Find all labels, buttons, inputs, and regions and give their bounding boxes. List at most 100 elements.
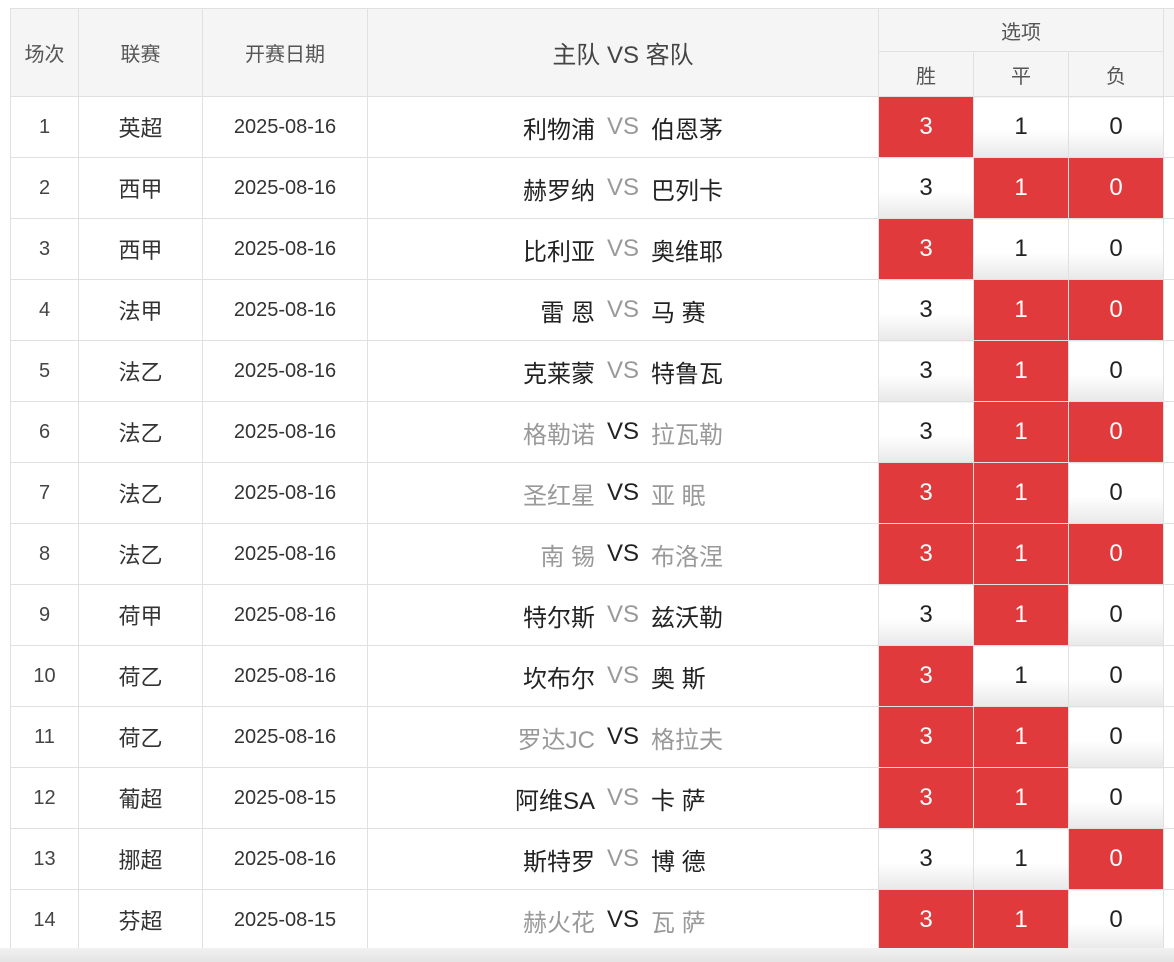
home-team: 比利亚 — [523, 238, 595, 266]
option-draw[interactable]: 1 — [973, 157, 1069, 219]
table-row: 9 荷甲 2025-08-16 特尔斯 VS 兹沃勒 3 1 0 — [10, 584, 1174, 646]
option-draw[interactable]: 1 — [973, 401, 1069, 463]
row-match: 雷 恩 VS 马 赛 — [367, 279, 879, 341]
option-win[interactable]: 3 — [878, 645, 974, 707]
row-index: 14 — [10, 889, 79, 951]
row-match: 斯特罗 VS 博 德 — [367, 828, 879, 890]
row-match: 格勒诺 VS 拉瓦勒 — [367, 401, 879, 463]
row-date: 2025-08-15 — [202, 767, 368, 829]
row-spacer — [1163, 889, 1174, 951]
vs-label: VS — [606, 113, 639, 140]
away-team: 马 赛 — [651, 299, 706, 327]
option-draw[interactable]: 1 — [973, 828, 1069, 890]
bottom-shadow — [0, 948, 1174, 962]
away-team: 兹沃勒 — [651, 604, 723, 632]
option-win[interactable]: 3 — [878, 523, 974, 585]
option-lose[interactable]: 0 — [1067, 157, 1165, 219]
away-team: 卡 萨 — [651, 787, 706, 815]
option-win[interactable]: 3 — [878, 706, 974, 768]
away-team: 奥维耶 — [651, 238, 723, 266]
row-date: 2025-08-16 — [202, 279, 368, 341]
option-win[interactable]: 3 — [878, 401, 974, 463]
option-win[interactable]: 3 — [878, 767, 974, 829]
option-draw[interactable]: 1 — [973, 96, 1069, 158]
option-win[interactable]: 3 — [878, 96, 974, 158]
option-win[interactable]: 3 — [878, 584, 974, 646]
row-index: 6 — [10, 401, 79, 463]
option-draw[interactable]: 1 — [973, 889, 1069, 951]
row-date: 2025-08-16 — [202, 706, 368, 768]
option-draw[interactable]: 1 — [973, 462, 1069, 524]
option-win[interactable]: 3 — [878, 462, 974, 524]
option-lose[interactable]: 0 — [1067, 96, 1165, 158]
option-lose[interactable]: 0 — [1067, 462, 1165, 524]
header-options: 选项 — [877, 8, 1165, 52]
header-spacer — [1163, 8, 1174, 97]
option-win[interactable]: 3 — [878, 218, 974, 280]
option-win[interactable]: 3 — [878, 889, 974, 951]
option-lose[interactable]: 0 — [1067, 828, 1165, 890]
table-body: 1 英超 2025-08-16 利物浦 VS 伯恩茅 3 1 0 2 西甲 2025-08-16 赫罗纳… — [10, 96, 1174, 951]
row-match: 比利亚 VS 奥维耶 — [367, 218, 879, 280]
row-league: 荷甲 — [78, 584, 203, 646]
row-match: 赫火花 VS 瓦 萨 — [367, 889, 879, 951]
option-draw[interactable]: 1 — [973, 218, 1069, 280]
option-lose[interactable]: 0 — [1067, 218, 1165, 280]
option-lose[interactable]: 0 — [1067, 401, 1165, 463]
option-lose[interactable]: 0 — [1067, 340, 1165, 402]
option-lose[interactable]: 0 — [1067, 645, 1165, 707]
home-team: 赫罗纳 — [523, 177, 595, 205]
vs-label: VS — [606, 540, 639, 567]
vs-label: VS — [606, 723, 639, 750]
row-match: 赫罗纳 VS 巴列卡 — [367, 157, 879, 219]
row-spacer — [1163, 523, 1174, 585]
option-draw[interactable]: 1 — [973, 523, 1069, 585]
row-match: 圣红星 VS 亚 眠 — [367, 462, 879, 524]
away-team: 格拉夫 — [651, 726, 723, 754]
option-win[interactable]: 3 — [878, 828, 974, 890]
home-team: 罗达JC — [517, 726, 595, 754]
row-spacer — [1163, 645, 1174, 707]
option-draw[interactable]: 1 — [973, 767, 1069, 829]
option-lose[interactable]: 0 — [1067, 889, 1165, 951]
row-index: 9 — [10, 584, 79, 646]
home-team: 特尔斯 — [523, 604, 595, 632]
option-draw[interactable]: 1 — [973, 279, 1069, 341]
option-win[interactable]: 3 — [878, 340, 974, 402]
row-spacer — [1163, 157, 1174, 219]
option-lose[interactable]: 0 — [1067, 706, 1165, 768]
table-header: 场次 联赛 开赛日期 主队 VS 客队 选项 胜 平 负 — [10, 8, 1174, 97]
header-index: 场次 — [10, 8, 79, 97]
row-date: 2025-08-16 — [202, 584, 368, 646]
table-row: 4 法甲 2025-08-16 雷 恩 VS 马 赛 310 — [10, 279, 1174, 341]
option-lose[interactable]: 0 — [1067, 279, 1165, 341]
option-draw[interactable]: 1 — [973, 584, 1069, 646]
option-draw[interactable]: 1 — [973, 645, 1069, 707]
row-match: 克莱蒙 VS 特鲁瓦 — [367, 340, 879, 402]
option-lose[interactable]: 0 — [1067, 767, 1165, 829]
option-draw[interactable]: 1 — [973, 706, 1069, 768]
row-spacer — [1163, 218, 1174, 280]
row-date: 2025-08-16 — [202, 218, 368, 280]
header-win: 胜 — [878, 51, 974, 97]
row-spacer — [1163, 584, 1174, 646]
table-row: 13 挪超 2025-08-16 斯特罗 VS 博 德 310 — [10, 828, 1174, 890]
row-date: 2025-08-16 — [202, 340, 368, 402]
option-win[interactable]: 3 — [878, 157, 974, 219]
row-league: 西甲 — [78, 218, 203, 280]
option-win[interactable]: 3 — [878, 279, 974, 341]
option-draw[interactable]: 1 — [973, 340, 1069, 402]
option-lose[interactable]: 0 — [1067, 584, 1165, 646]
vs-label: VS — [606, 418, 639, 445]
row-date: 2025-08-16 — [202, 96, 368, 158]
home-team: 南 锡 — [540, 543, 595, 571]
row-match: 阿维SA VS 卡 萨 — [367, 767, 879, 829]
row-spacer — [1163, 96, 1174, 158]
row-match: 罗达JC VS 格拉夫 — [367, 706, 879, 768]
row-league: 法乙 — [78, 340, 203, 402]
header-lose: 负 — [1067, 51, 1165, 97]
option-lose[interactable]: 0 — [1067, 523, 1165, 585]
row-spacer — [1163, 279, 1174, 341]
row-match: 特尔斯 VS 兹沃勒 — [367, 584, 879, 646]
away-team: 特鲁瓦 — [651, 360, 723, 388]
